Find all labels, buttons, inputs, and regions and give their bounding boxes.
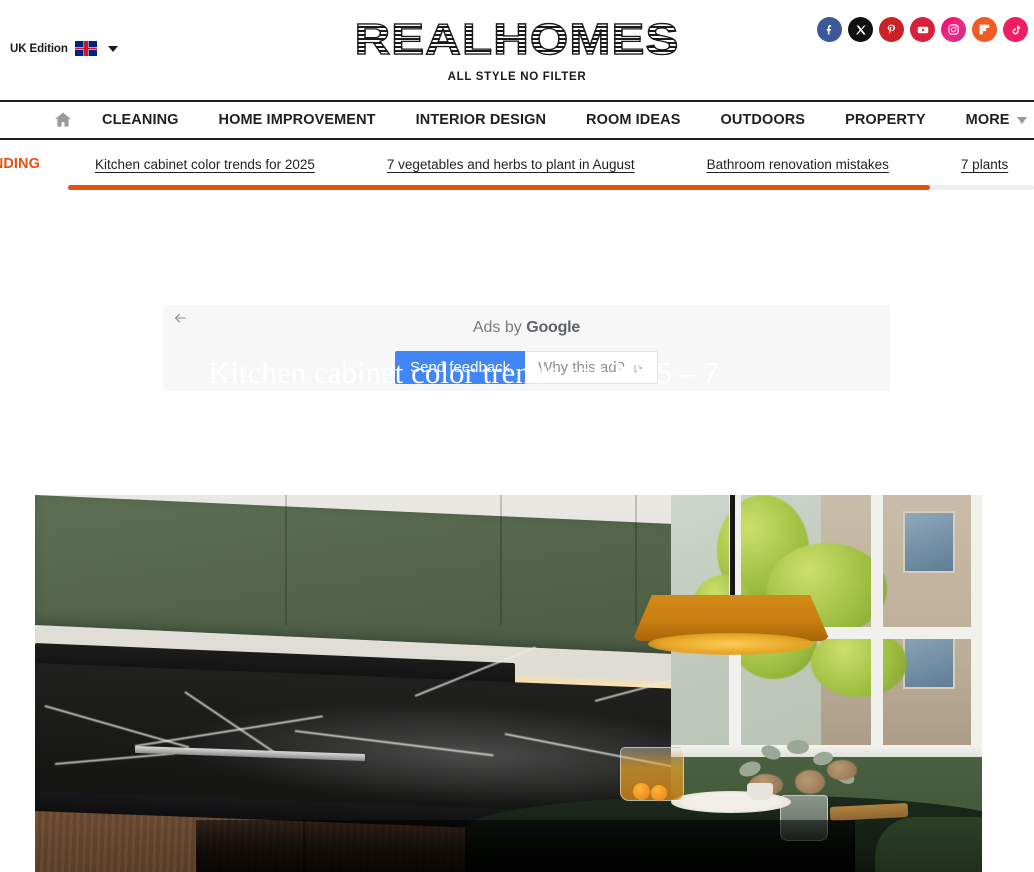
nav-item-cleaning[interactable]: CLEANING <box>102 112 179 128</box>
youtube-icon[interactable] <box>910 17 935 42</box>
edition-label: UK Edition <box>10 42 68 55</box>
pinterest-icon[interactable] <box>879 17 904 42</box>
nav-item-room-ideas[interactable]: ROOM IDEAS <box>586 112 680 128</box>
trending-label: ENDING <box>0 156 40 172</box>
main-navigation: CLEANING HOME IMPROVEMENT INTERIOR DESIG… <box>0 100 1034 140</box>
flipboard-icon[interactable] <box>972 17 997 42</box>
hero-article-card[interactable] <box>35 495 1008 872</box>
trending-link-3[interactable]: Bathroom renovation mistakes <box>707 157 889 172</box>
instagram-icon[interactable] <box>941 17 966 42</box>
hero-image <box>35 495 1008 872</box>
logo-wordmark: REALHOMES <box>354 15 680 64</box>
trending-scrollbar-thumb[interactable] <box>68 185 930 190</box>
edition-selector[interactable]: UK Edition <box>10 41 118 56</box>
site-header: UK Edition REALHOMES ALL STYLE NO FILTER <box>0 0 1034 100</box>
nav-item-more[interactable]: MORE <box>966 112 1027 128</box>
uk-flag-icon <box>74 41 97 56</box>
nav-item-property[interactable]: PROPERTY <box>845 112 926 128</box>
trending-link-4[interactable]: 7 plants <box>961 157 1008 172</box>
chevron-down-icon <box>1016 116 1027 124</box>
x-twitter-icon[interactable] <box>848 17 873 42</box>
trending-bar: ENDING Kitchen cabinet color trends for … <box>0 140 1034 197</box>
facebook-icon[interactable] <box>817 17 842 42</box>
trending-link-1[interactable]: Kitchen cabinet color trends for 2025 <box>95 157 315 172</box>
ads-by-google-label: Ads by Google <box>163 319 890 337</box>
tiktok-icon[interactable] <box>1003 17 1028 42</box>
nav-item-outdoors[interactable]: OUTDOORS <box>720 112 805 128</box>
logo-tagline: ALL STYLE NO FILTER <box>447 71 587 83</box>
trending-link-2[interactable]: 7 vegetables and herbs to plant in Augus… <box>387 157 635 172</box>
ads-by-prefix: Ads by <box>472 319 527 336</box>
nav-item-more-label: MORE <box>965 112 1010 128</box>
trending-row: ENDING Kitchen cabinet color trends for … <box>0 140 1034 184</box>
google-brand: Google <box>526 319 581 336</box>
hero-article-title[interactable]: Kitchen cabinet color trends for 2025 – … <box>208 355 848 392</box>
trending-scrollbar-track[interactable] <box>68 185 1034 190</box>
social-links <box>817 17 1028 42</box>
chevron-down-icon <box>107 45 118 52</box>
hero-title-overlay <box>196 820 855 872</box>
home-icon[interactable] <box>52 110 74 130</box>
nav-item-home-improvement[interactable]: HOME IMPROVEMENT <box>219 112 376 128</box>
nav-item-interior-design[interactable]: INTERIOR DESIGN <box>416 112 546 128</box>
